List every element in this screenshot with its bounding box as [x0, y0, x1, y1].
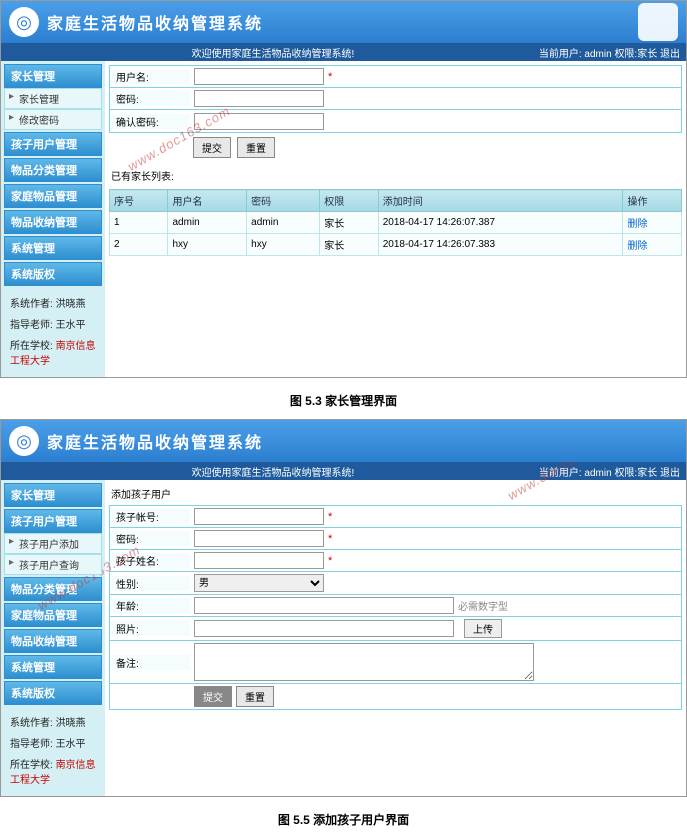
menu-head[interactable]: 家长管理 [4, 483, 102, 507]
menu-head[interactable]: 家庭物品管理 [4, 603, 102, 627]
menu-head[interactable]: 物品收纳管理 [4, 629, 102, 653]
welcome-text: 欢迎使用家庭生活物品收纳管理系统! [7, 45, 539, 60]
note-textarea[interactable] [194, 643, 534, 681]
menu-head[interactable]: 家庭物品管理 [4, 184, 102, 208]
table-row: 1adminadmin家长2018-04-17 14:26:07.387删除 [110, 212, 682, 234]
delete-link[interactable]: 删除 [627, 219, 647, 230]
photo-label: 照片: [110, 621, 190, 636]
menu-item[interactable]: 家长管理 [4, 88, 102, 109]
delete-link[interactable]: 删除 [627, 241, 647, 252]
account-input[interactable] [194, 508, 324, 525]
child-password-input[interactable] [194, 530, 324, 547]
current-user: 当前用户: admin 权限:家长 退出 [539, 45, 680, 60]
submit-button[interactable]: 提交 [193, 137, 231, 158]
upload-button[interactable]: 上传 [464, 619, 502, 638]
panel-title: 添加孩子用户 [109, 484, 682, 505]
table-title: 已有家长列表: [109, 162, 682, 189]
table-header: 添加时间 [378, 190, 623, 212]
screenshot-add-child: www.doc163.com www.doc163.com ◎ 家庭生活物品收纳… [0, 419, 687, 797]
figure-caption-1: 图 5.3 家长管理界面 [0, 382, 687, 419]
main-content: 添加孩子用户 孩子帐号: * 密码: * 孩子姓名: * 性别: 男 [105, 480, 686, 796]
menu-head[interactable]: 物品收纳管理 [4, 210, 102, 234]
note-label: 备注: [110, 655, 190, 670]
welcome-bar: 欢迎使用家庭生活物品收纳管理系统! 当前用户: admin 权限:家长 退出 [1, 43, 686, 61]
app-header: ◎ 家庭生活物品收纳管理系统 [1, 1, 686, 43]
photo-input[interactable] [194, 620, 454, 637]
gender-label: 性别: [110, 576, 190, 591]
menu-head[interactable]: 系统版权 [4, 681, 102, 705]
required-icon: * [328, 71, 332, 83]
child-form: 孩子帐号: * 密码: * 孩子姓名: * 性别: 男 年龄: 必需数字型 [109, 505, 682, 710]
main-content: 用户名: * 密码: 确认密码: 提交 重置 已有家长列表: 序号用户名密码权限… [105, 61, 686, 377]
current-user: 当前用户: admin 权限:家长 退出 [539, 464, 680, 479]
sidebar: 家长管理孩子用户管理孩子用户添加孩子用户查询物品分类管理家庭物品管理物品收纳管理… [1, 480, 105, 796]
table-header: 用户名 [168, 190, 247, 212]
screenshot-parent-mgmt: www.doc163.com ◎ 家庭生活物品收纳管理系统 欢迎使用家庭生活物品… [0, 0, 687, 378]
welcome-bar: 欢迎使用家庭生活物品收纳管理系统! 当前用户: admin 权限:家长 退出 [1, 462, 686, 480]
menu-head[interactable]: 系统版权 [4, 262, 102, 286]
app-title: 家庭生活物品收纳管理系统 [47, 10, 263, 34]
confirm-label: 确认密码: [110, 114, 190, 129]
username-label: 用户名: [110, 69, 190, 84]
logo-icon: ◎ [9, 426, 39, 456]
menu-item[interactable]: 孩子用户添加 [4, 533, 102, 554]
menu-item[interactable]: 孩子用户查询 [4, 554, 102, 575]
name-input[interactable] [194, 552, 324, 569]
menu-head[interactable]: 家长管理 [4, 64, 102, 88]
menu-head[interactable]: 系统管理 [4, 236, 102, 260]
menu-item[interactable]: 修改密码 [4, 109, 102, 130]
logout-link[interactable]: 退出 [660, 468, 680, 479]
menu-head[interactable]: 孩子用户管理 [4, 132, 102, 156]
table-header: 操作 [623, 190, 682, 212]
logo-icon: ◎ [9, 7, 39, 37]
name-label: 孩子姓名: [110, 553, 190, 568]
app-title: 家庭生活物品收纳管理系统 [47, 429, 263, 453]
reset-button[interactable]: 重置 [236, 686, 274, 707]
submit-button[interactable]: 提交 [194, 686, 232, 707]
account-label: 孩子帐号: [110, 509, 190, 524]
password-label: 密码: [110, 91, 190, 106]
table-header: 权限 [320, 190, 378, 212]
table-header: 密码 [247, 190, 320, 212]
menu-head[interactable]: 物品分类管理 [4, 577, 102, 601]
sidebar: 家长管理家长管理修改密码孩子用户管理物品分类管理家庭物品管理物品收纳管理系统管理… [1, 61, 105, 377]
confirm-input[interactable] [194, 113, 324, 130]
reset-button[interactable]: 重置 [237, 137, 275, 158]
menu-head[interactable]: 物品分类管理 [4, 158, 102, 182]
password-input[interactable] [194, 90, 324, 107]
password-label: 密码: [110, 531, 190, 546]
table-header: 序号 [110, 190, 168, 212]
username-input[interactable] [194, 68, 324, 85]
mascot-icon [638, 3, 678, 41]
figure-caption-2: 图 5.5 添加孩子用户界面 [0, 801, 687, 838]
app-header: ◎ 家庭生活物品收纳管理系统 [1, 420, 686, 462]
gender-select[interactable]: 男 [194, 574, 324, 592]
parent-table: 序号用户名密码权限添加时间操作 1adminadmin家长2018-04-17 … [109, 189, 682, 256]
logout-link[interactable]: 退出 [660, 49, 680, 60]
menu-head[interactable]: 系统管理 [4, 655, 102, 679]
welcome-text: 欢迎使用家庭生活物品收纳管理系统! [7, 464, 539, 479]
menu-head[interactable]: 孩子用户管理 [4, 509, 102, 533]
parent-form: 用户名: * 密码: 确认密码: [109, 65, 682, 133]
table-row: 2hxyhxy家长2018-04-17 14:26:07.383删除 [110, 234, 682, 256]
system-info: 系统作者: 洪晓燕 指导老师: 王水平 所在学校: 南京信息工程大学 [4, 707, 102, 793]
system-info: 系统作者: 洪晓燕 指导老师: 王水平 所在学校: 南京信息工程大学 [4, 288, 102, 374]
